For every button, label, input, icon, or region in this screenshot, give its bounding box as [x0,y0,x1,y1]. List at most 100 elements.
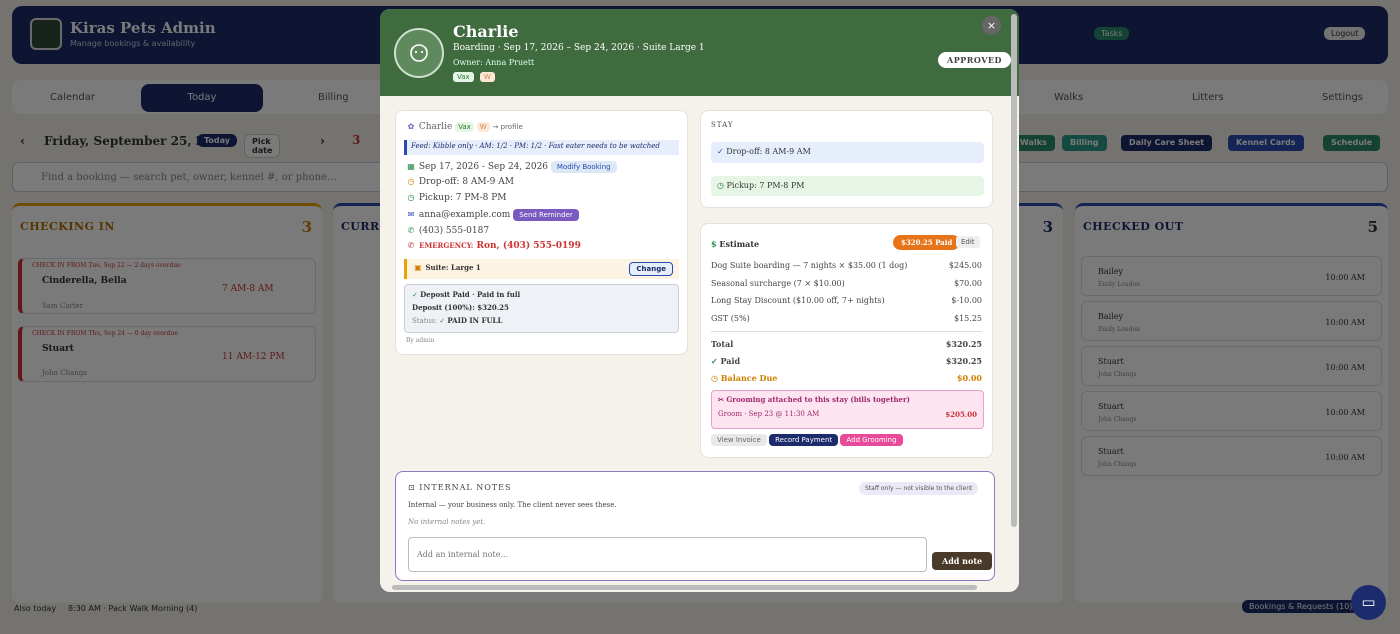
pet-name: Stuart [1098,447,1124,456]
column-count: 5 [1367,218,1378,236]
overdue-alert: CHECK IN FROM Thu, Sep 24 — 0 day overdu… [32,330,178,337]
pet-link[interactable]: Charlie [419,122,452,132]
owner-phone[interactable]: (403) 555-0187 [419,226,489,236]
column-count: 3 [1042,218,1053,236]
groom-value: $205.00 [945,410,977,419]
feeding-note: Feed: Kibble only · AM: 1/2 · PM: 1/2 · … [404,140,679,155]
next-day-icon[interactable]: › [320,134,325,148]
line-label: GST (5%) [711,314,750,323]
prev-day-icon[interactable]: ‹ [20,134,25,148]
vax-tag: Vax [455,122,474,132]
booking-card[interactable]: CHECK IN FROM Thu, Sep 24 — 0 day overdu… [18,326,316,382]
w-tag: W [479,72,495,82]
booking-card[interactable]: Stuart John Changs 10:00 AM [1081,346,1382,386]
pickup-time: Pickup: 7 PM-8 PM [418,193,507,203]
vertical-scrollbar[interactable] [1011,14,1017,527]
close-icon[interactable]: × [982,16,1001,35]
tab-calendar[interactable]: Calendar [40,84,105,112]
tasks-button[interactable]: Tasks [1094,27,1130,40]
mail-icon: ✉ [407,210,415,219]
tab-walks[interactable]: Walks [1044,84,1093,112]
kennel-cards-button[interactable]: Kennel Cards [1228,135,1304,151]
view-invoice-button[interactable]: View Invoice [711,434,767,446]
notes-title: INTERNAL NOTES [419,483,512,492]
dog-avatar-icon [394,28,444,78]
also-today-label: Also today [14,604,57,613]
time: 10:00 AM [1325,453,1365,462]
record-payment-button[interactable]: Record Payment [769,434,839,446]
daily-care-sheet-button[interactable]: Daily Care Sheet [1121,135,1213,151]
requests-button[interactable]: Bookings & Requests (10) [1242,600,1360,613]
add-note-button[interactable]: Add note [932,552,993,570]
line-label: Seasonal surcharge (7 × $10.00) [711,279,845,288]
line-value: $-10.00 [951,296,982,305]
bottom-bar: Also today 8:30 AM · Pack Walk Morning (… [0,598,1400,622]
pet-name: Stuart [1098,357,1124,366]
pet-name: Cinderella, Bella [42,276,127,286]
time-window: 11 AM-12 PM [222,352,285,362]
payment-status: PAID IN FULL [447,316,503,325]
owner-name: John Changs [1098,371,1137,378]
grooming-box: ✂ Grooming attached to this stay (bills … [711,390,984,429]
change-suite-button[interactable]: Change [629,262,673,276]
schedule-button[interactable]: Schedule [1323,135,1381,151]
estimate-line: Long Stay Discount ($10.00 off, 7+ night… [711,296,982,305]
paid-line: ✓ Paid $320.25 [711,356,982,366]
stay-pickup: ◷ Pickup: 7 PM-8 PM [711,176,984,196]
dropoff-label: Drop-off: 8 AM-9 AM [726,147,811,156]
chat-icon[interactable]: ▭ [1351,585,1386,620]
paw-icon: ✿ [407,122,415,131]
booking-card[interactable]: Stuart John Changs 10:00 AM [1081,391,1382,431]
booking-card[interactable]: CHECK IN FROM Tue, Sep 22 — 2 days overd… [18,258,316,314]
today-button[interactable]: Today [197,134,237,147]
owner-name: Emily Loudon [1098,281,1140,288]
billing-action[interactable]: Billing [1062,135,1107,151]
estimate-title: Estimate [719,239,760,249]
add-grooming-button[interactable]: Add Grooming [840,434,903,446]
clock-icon: ◷ [711,373,718,383]
app-subtitle: Manage bookings & availability [70,39,196,48]
paid-badge: $320.25 Paid [893,235,961,250]
line-label: Dog Suite boarding — 7 nights × $35.00 (… [711,261,908,270]
balance-value: $0.00 [956,373,982,383]
checked-out-column: CHECKED OUT 5 Bailey Emily Loudon 10:00 AM… [1075,203,1388,603]
booking-card[interactable]: Bailey Emily Loudon 10:00 AM [1081,256,1382,296]
emergency-contact: Ron, (403) 555-0199 [476,241,581,251]
tab-litters[interactable]: Litters [1182,84,1234,112]
created-by: By admin [406,337,435,344]
tab-settings[interactable]: Settings [1312,84,1373,112]
booking-card[interactable]: Bailey Emily Loudon 10:00 AM [1081,301,1382,341]
pet-name: Bailey [1098,312,1124,321]
booking-dates: Sep 17, 2026 - Sep 24, 2026 [418,162,549,172]
booking-card[interactable]: Stuart John Changs 10:00 AM [1081,436,1382,476]
walk-item[interactable]: 8:30 AM · Pack Walk Morning (4) [68,604,197,613]
column-count: 3 [301,218,312,236]
pick-date-button[interactable]: Pick date [244,134,281,158]
groom-title: Grooming attached to this stay (bills to… [726,395,910,404]
estimate-line: GST (5%) $15.25 [711,314,982,323]
dollar-icon: $ [711,239,717,249]
calendar-icon: ▦ [407,162,415,171]
horizontal-scrollbar[interactable] [392,585,977,590]
booking-modal: Charlie Boarding · Sep 17, 2026 – Sep 24… [380,9,1019,592]
clock-icon: ◷ [717,181,724,190]
owner-name: John Changs [1098,416,1137,423]
send-reminder-button[interactable]: Send Reminder [513,209,579,221]
vax-tag: Vax [453,72,474,82]
total-label: Total [711,339,734,349]
tab-billing[interactable]: Billing [308,84,359,112]
owner-email[interactable]: anna@example.com [419,210,510,220]
notes-empty: No internal notes yet. [408,518,486,526]
app-title: Kiras Pets Admin [70,19,216,37]
time: 10:00 AM [1325,273,1365,282]
profile-link[interactable]: → profile [493,123,523,131]
modify-booking-button[interactable]: Modify Booking [550,161,617,173]
stay-dropoff: ✓ Drop-off: 8 AM-9 AM [711,142,984,163]
line-value: $15.25 [954,314,982,323]
tab-today[interactable]: Today [141,84,263,112]
logout-button[interactable]: Logout [1324,27,1366,40]
note-input[interactable] [408,537,927,572]
total-line: Total $320.25 [711,339,982,349]
overdue-alert: CHECK IN FROM Tue, Sep 22 — 2 days overd… [32,262,181,269]
edit-button[interactable]: Edit [956,236,980,248]
